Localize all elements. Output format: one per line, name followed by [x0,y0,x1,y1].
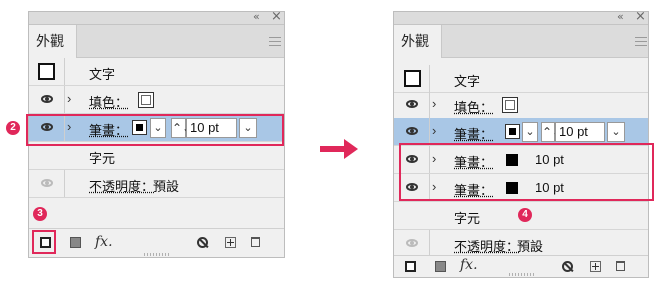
characters-row[interactable]: 字元 [29,142,284,170]
column-divider [429,118,430,145]
add-new-fill-icon[interactable] [435,261,446,272]
visibility-eye-icon [406,239,418,247]
stroke-color-dropdown[interactable]: ⌄ [522,122,538,142]
expand-chevron-icon[interactable]: › [432,123,436,138]
close-panel-icon[interactable]: × [635,9,646,24]
expand-chevron-icon[interactable]: › [67,91,71,106]
close-panel-icon[interactable]: × [271,9,282,24]
stroke-weight-stepper[interactable]: ⌃⌄ [541,122,562,142]
object-row[interactable]: 文字 [394,65,648,93]
tab-appearance[interactable]: 外觀 [394,25,442,58]
column-divider [429,91,430,118]
column-divider [429,230,430,257]
text-object-thumbnail-icon [38,63,55,80]
object-label: 文字 [454,74,481,89]
panel-tab-row: 外觀 [29,25,284,58]
opacity-row[interactable]: 不透明度： 預設 [29,170,284,198]
object-row[interactable]: 文字 [29,58,284,86]
collapse-panel-icon[interactable]: « [617,10,624,23]
stroke-swatch[interactable] [505,124,520,139]
column-divider [64,58,65,85]
add-new-stroke-icon[interactable] [405,261,416,272]
fill-label[interactable]: 填色： [89,92,128,111]
stroke-row[interactable]: › 筆畫： ⌄ ⌃⌄ 10 pt ⌄ [394,118,648,146]
stroke-weight-dropdown[interactable]: ⌄ [607,122,625,142]
column-divider [64,86,65,113]
fill-row[interactable]: › 填色： [29,86,284,114]
step-badge-2: 2 [6,121,20,135]
fill-label[interactable]: 填色： [454,97,493,116]
fill-row[interactable]: › 填色： [394,91,648,119]
fill-swatch[interactable] [138,92,154,108]
opacity-label[interactable]: 不透明度： [89,176,154,195]
clear-appearance-icon[interactable] [562,261,573,272]
panel-bottom-toolbar: fx. [394,255,648,277]
duplicated-strokes-highlight [399,143,654,201]
panel-menu-icon[interactable] [635,37,647,46]
resize-grip[interactable] [509,273,535,276]
panel-title-bar[interactable]: « × [394,9,648,25]
step-badge-4: 4 [518,208,532,222]
add-stroke-highlight [32,230,56,254]
text-object-thumbnail-icon [404,70,421,87]
transition-arrow-head [344,139,358,159]
object-label: 文字 [89,67,116,82]
stroke-label[interactable]: 筆畫： [454,124,493,143]
resize-grip[interactable] [144,253,170,256]
duplicate-item-icon[interactable] [590,261,601,272]
column-divider [64,170,65,197]
step-badge-3: 3 [33,207,47,221]
panel-title-bar[interactable]: « × [29,9,284,25]
opacity-label[interactable]: 不透明度： [454,236,519,255]
panel-tab-row: 外觀 [394,25,648,58]
visibility-eye-icon[interactable] [406,127,418,135]
opacity-row[interactable]: 不透明度： 預設 [394,230,648,258]
panel-bottom-toolbar: fx. [29,228,284,257]
opacity-value: 預設 [517,239,544,254]
tab-appearance[interactable]: 外觀 [29,25,77,58]
fill-swatch[interactable] [502,97,518,113]
add-new-fill-icon[interactable] [70,237,81,248]
clear-appearance-icon[interactable] [197,237,208,248]
visibility-eye-icon [41,179,53,187]
characters-label: 字元 [454,211,481,226]
opacity-value: 預設 [153,179,180,194]
add-effect-icon[interactable]: fx. [460,257,478,273]
collapse-panel-icon[interactable]: « [253,10,260,23]
add-effect-icon[interactable]: fx. [95,234,113,250]
expand-chevron-icon[interactable]: › [432,96,436,111]
stroke-row-highlight [26,114,284,146]
stroke-weight-input[interactable]: 10 pt [555,122,605,142]
duplicate-item-icon[interactable] [225,237,236,248]
visibility-eye-icon[interactable] [406,100,418,108]
characters-label: 字元 [89,151,116,166]
column-divider [429,65,430,92]
delete-item-icon[interactable] [251,237,260,247]
delete-item-icon[interactable] [616,261,625,271]
visibility-eye-icon[interactable] [41,95,53,103]
panel-menu-icon[interactable] [269,37,281,46]
